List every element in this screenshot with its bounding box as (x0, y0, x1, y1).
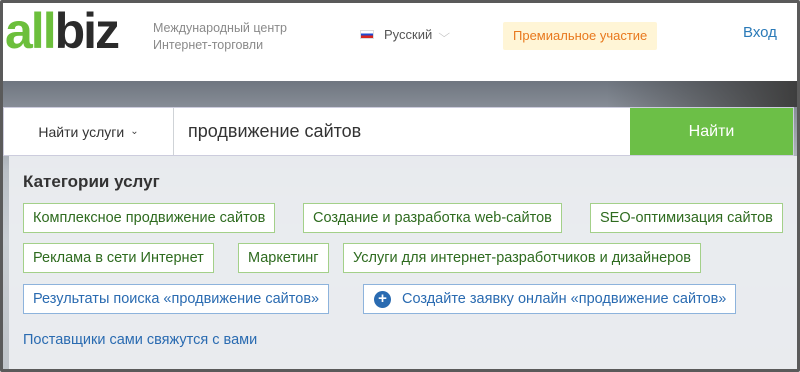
logo-part-biz: biz (54, 3, 120, 59)
search-bar: Найти услуги ⌄ Найти (3, 107, 794, 156)
category-tag-web-development[interactable]: Создание и разработка web-сайтов (303, 203, 562, 233)
site-tagline: Международный центр Интернет-торговли (153, 21, 287, 52)
search-category-dropdown[interactable]: Найти услуги ⌄ (4, 108, 174, 155)
create-request-label: Создайте заявку онлайн «продвижение сайт… (402, 291, 727, 307)
category-tag-seo[interactable]: SEO-оптимизация сайтов (590, 203, 783, 233)
suggestions-panel: Категории услуг Комплексное продвижение … (9, 156, 799, 369)
search-button[interactable]: Найти (630, 108, 793, 155)
chevron-down-icon: ⌵ (438, 28, 451, 40)
plus-icon: + (374, 291, 391, 308)
search-category-label: Найти услуги (38, 123, 125, 140)
category-tag-marketing[interactable]: Маркетинг (238, 243, 329, 273)
login-link[interactable]: Вход (743, 24, 777, 41)
category-tag-developer-services[interactable]: Услуги для интернет-разработчиков и диза… (343, 243, 701, 273)
logo-part-all: all (5, 3, 57, 59)
create-request-button[interactable]: + Создайте заявку онлайн «продвижение са… (363, 284, 737, 314)
allbiz-logo[interactable]: all biz (5, 3, 120, 59)
language-label: Русский (384, 27, 433, 42)
russian-flag-icon (360, 30, 374, 39)
category-tag-internet-ads[interactable]: Реклама в сети Интернет (23, 243, 214, 273)
suppliers-note-link[interactable]: Поставщики сами свяжутся с вами (23, 332, 257, 348)
site-header: all biz Международный центр Интернет-торг… (3, 3, 797, 81)
search-input[interactable] (174, 108, 630, 155)
language-selector[interactable]: Русский ⌵ (360, 27, 451, 42)
category-tag-complex-promotion[interactable]: Комплексное продвижение сайтов (23, 203, 276, 233)
background-shade (607, 81, 797, 107)
categories-title: Категории услуг (23, 172, 160, 191)
chevron-down-icon: ⌄ (130, 126, 139, 137)
premium-button[interactable]: Премиальное участие (503, 22, 658, 50)
search-results-link[interactable]: Результаты поиска «продвижение сайтов» (23, 284, 330, 314)
